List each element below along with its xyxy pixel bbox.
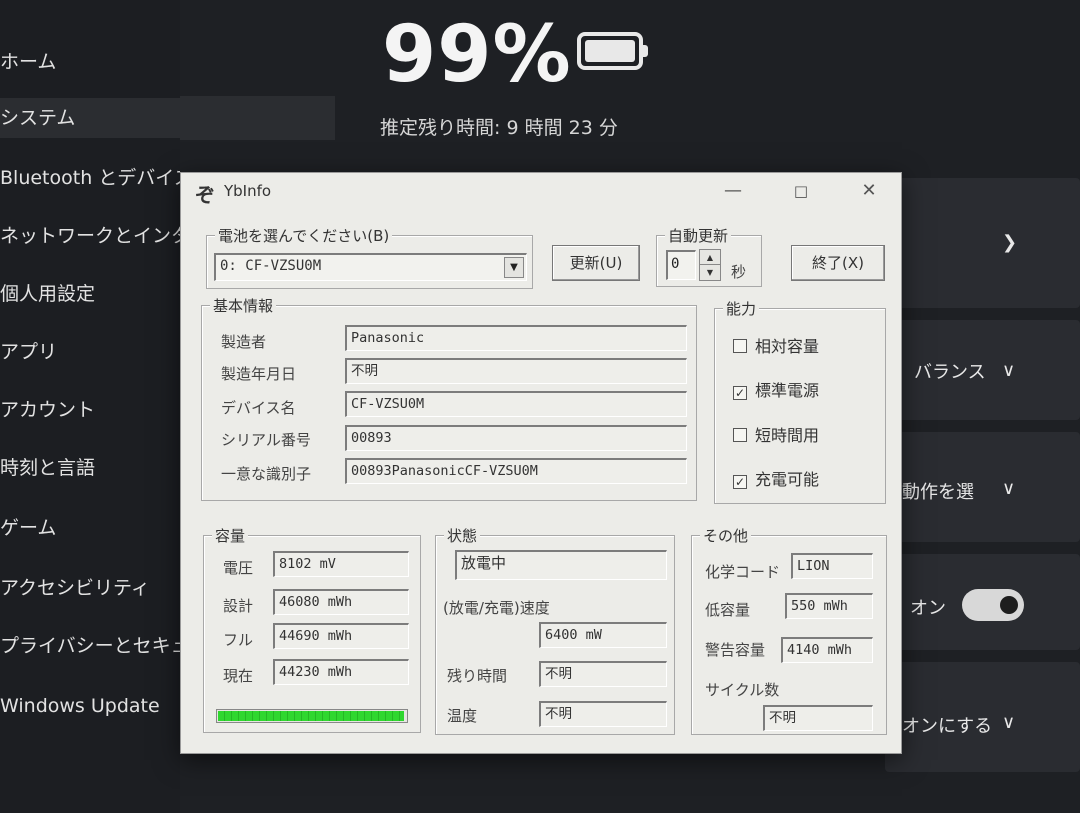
design-capacity-field: 46080 mWh bbox=[273, 589, 409, 615]
rate-label: (放電/充電)速度 bbox=[443, 599, 550, 617]
sidebar-item-bluetooth[interactable]: Bluetooth とデバイス bbox=[0, 158, 180, 198]
design-capacity-label: 設計 bbox=[223, 597, 254, 615]
checkbox-box[interactable]: ✓ bbox=[733, 475, 747, 489]
battery-icon bbox=[577, 32, 648, 70]
sidebar-active-highlight bbox=[180, 96, 335, 140]
chemistry-field: LION bbox=[791, 553, 873, 579]
status-state-field: 放電中 bbox=[455, 550, 667, 580]
checkbox-rechargeable[interactable]: ✓ 充電可能 bbox=[733, 466, 819, 490]
auto-update-spinner[interactable]: ▲ ▼ bbox=[699, 249, 721, 281]
full-capacity-field: 44690 mWh bbox=[273, 623, 409, 649]
serial-number-label: シリアル番号 bbox=[221, 431, 311, 449]
battery-select-label: 電池を選んでください(B) bbox=[215, 225, 393, 246]
checkbox-label: 短時間用 bbox=[755, 426, 820, 445]
exit-button[interactable]: 終了(X) bbox=[791, 245, 885, 281]
sidebar-item-time-language[interactable]: 時刻と言語 bbox=[0, 448, 180, 488]
action-select-label[interactable]: 動作を選 bbox=[902, 478, 974, 504]
chevron-right-icon[interactable]: ❯ bbox=[1002, 232, 1017, 253]
basic-info-label: 基本情報 bbox=[210, 295, 277, 316]
device-name-label: デバイス名 bbox=[221, 399, 296, 417]
manufacturer-field: Panasonic bbox=[345, 325, 687, 351]
manufacture-date-label: 製造年月日 bbox=[221, 365, 297, 383]
toggle-label: オン bbox=[910, 598, 946, 619]
auto-update-unit: 秒 bbox=[731, 263, 747, 281]
sidebar-item-home[interactable]: ホーム bbox=[0, 42, 180, 82]
serial-number-field: 00893 bbox=[345, 425, 687, 451]
sidebar-item-windows-update[interactable]: Windows Update bbox=[0, 686, 180, 726]
auto-update-label: 自動更新 bbox=[665, 225, 732, 246]
temperature-label: 温度 bbox=[447, 707, 478, 725]
battery-percent: 99% bbox=[382, 10, 572, 100]
chemistry-label: 化学コード bbox=[705, 563, 781, 581]
full-capacity-label: フル bbox=[223, 631, 254, 649]
settings-sidebar: ホーム システム Bluetooth とデバイス ネットワークとインターネット … bbox=[0, 0, 335, 813]
device-name-field: CF-VZSU0M bbox=[345, 391, 687, 417]
checkbox-label: 充電可能 bbox=[755, 470, 820, 489]
maximize-icon[interactable]: □ bbox=[781, 177, 821, 205]
warning-capacity-field: 4140 mWh bbox=[781, 637, 873, 663]
title-bar[interactable]: ぞ YbInfo — □ ✕ bbox=[181, 173, 901, 209]
checkbox-label: 相対容量 bbox=[755, 337, 820, 356]
checkbox-relative-capacity[interactable]: 相対容量 bbox=[733, 333, 819, 357]
checkbox-short-term[interactable]: 短時間用 bbox=[733, 422, 819, 446]
sidebar-item-accessibility[interactable]: アクセシビリティ bbox=[0, 568, 180, 608]
rate-field: 6400 mW bbox=[539, 622, 667, 648]
checkbox-label: 標準電源 bbox=[755, 381, 820, 400]
remaining-time-field: 不明 bbox=[539, 661, 667, 687]
cycle-count-field: 不明 bbox=[763, 705, 873, 731]
dropdown-arrow-icon[interactable]: ▼ bbox=[504, 257, 524, 278]
charge-progress-fill bbox=[218, 711, 405, 721]
other-label: その他 bbox=[700, 525, 752, 546]
sidebar-item-personalization[interactable]: 個人用設定 bbox=[0, 274, 180, 314]
spin-up-icon[interactable]: ▲ bbox=[700, 250, 720, 265]
chevron-down-icon[interactable]: ∨ bbox=[1002, 360, 1015, 381]
status-label: 状態 bbox=[444, 525, 481, 546]
window-title: YbInfo bbox=[224, 182, 272, 200]
unique-id-field: 00893PanasonicCF-VZSU0M bbox=[345, 458, 687, 484]
toggle-switch[interactable] bbox=[962, 589, 1024, 621]
auto-update-input[interactable]: 0 bbox=[666, 250, 696, 280]
chevron-down-icon[interactable]: ∨ bbox=[1002, 478, 1015, 499]
ybinfo-window: ぞ YbInfo — □ ✕ 電池を選んでください(B) 0: CF-VZSU0… bbox=[180, 172, 902, 754]
spin-down-icon[interactable]: ▼ bbox=[700, 265, 720, 280]
battery-select-value: 0: CF-VZSU0M bbox=[220, 258, 322, 274]
battery-estimate: 推定残り時間: 9 時間 23 分 bbox=[380, 117, 618, 139]
capacity-label: 容量 bbox=[212, 525, 249, 546]
unique-id-label: 一意な識別子 bbox=[221, 465, 312, 483]
current-capacity-field: 44230 mWh bbox=[273, 659, 409, 685]
sidebar-item-network[interactable]: ネットワークとインターネット bbox=[0, 216, 180, 256]
checkbox-box[interactable] bbox=[733, 339, 747, 353]
battery-select[interactable]: 0: CF-VZSU0M ▼ bbox=[214, 253, 527, 281]
voltage-label: 電圧 bbox=[223, 559, 254, 577]
current-capacity-label: 現在 bbox=[223, 667, 254, 685]
settings-card-1[interactable] bbox=[885, 178, 1080, 308]
turn-on-label[interactable]: オンにする bbox=[902, 712, 992, 738]
warning-capacity-label: 警告容量 bbox=[705, 641, 766, 659]
low-capacity-label: 低容量 bbox=[705, 601, 751, 619]
checkbox-standard-power[interactable]: ✓ 標準電源 bbox=[733, 377, 819, 401]
temperature-field: 不明 bbox=[539, 701, 667, 727]
checkbox-box[interactable]: ✓ bbox=[733, 386, 747, 400]
power-mode-value[interactable]: バランス bbox=[914, 358, 986, 384]
low-capacity-field: 550 mWh bbox=[785, 593, 873, 619]
charge-progress-bar bbox=[216, 709, 408, 723]
checkbox-box[interactable] bbox=[733, 428, 747, 442]
minimize-icon[interactable]: — bbox=[713, 177, 753, 205]
cycle-count-label: サイクル数 bbox=[705, 681, 780, 699]
remaining-time-label: 残り時間 bbox=[447, 667, 508, 685]
sidebar-item-accounts[interactable]: アカウント bbox=[0, 390, 180, 430]
manufacture-date-field: 不明 bbox=[345, 358, 687, 384]
ybinfo-app-icon: ぞ bbox=[195, 183, 215, 207]
voltage-field: 8102 mV bbox=[273, 551, 409, 577]
chevron-down-icon[interactable]: ∨ bbox=[1002, 712, 1015, 733]
capabilities-label: 能力 bbox=[723, 298, 760, 319]
sidebar-item-privacy[interactable]: プライバシーとセキュリティ bbox=[0, 626, 180, 666]
sidebar-item-apps[interactable]: アプリ bbox=[0, 332, 180, 372]
close-icon[interactable]: ✕ bbox=[849, 177, 889, 205]
refresh-button[interactable]: 更新(U) bbox=[552, 245, 640, 281]
manufacturer-label: 製造者 bbox=[221, 333, 267, 351]
sidebar-item-gaming[interactable]: ゲーム bbox=[0, 508, 180, 548]
